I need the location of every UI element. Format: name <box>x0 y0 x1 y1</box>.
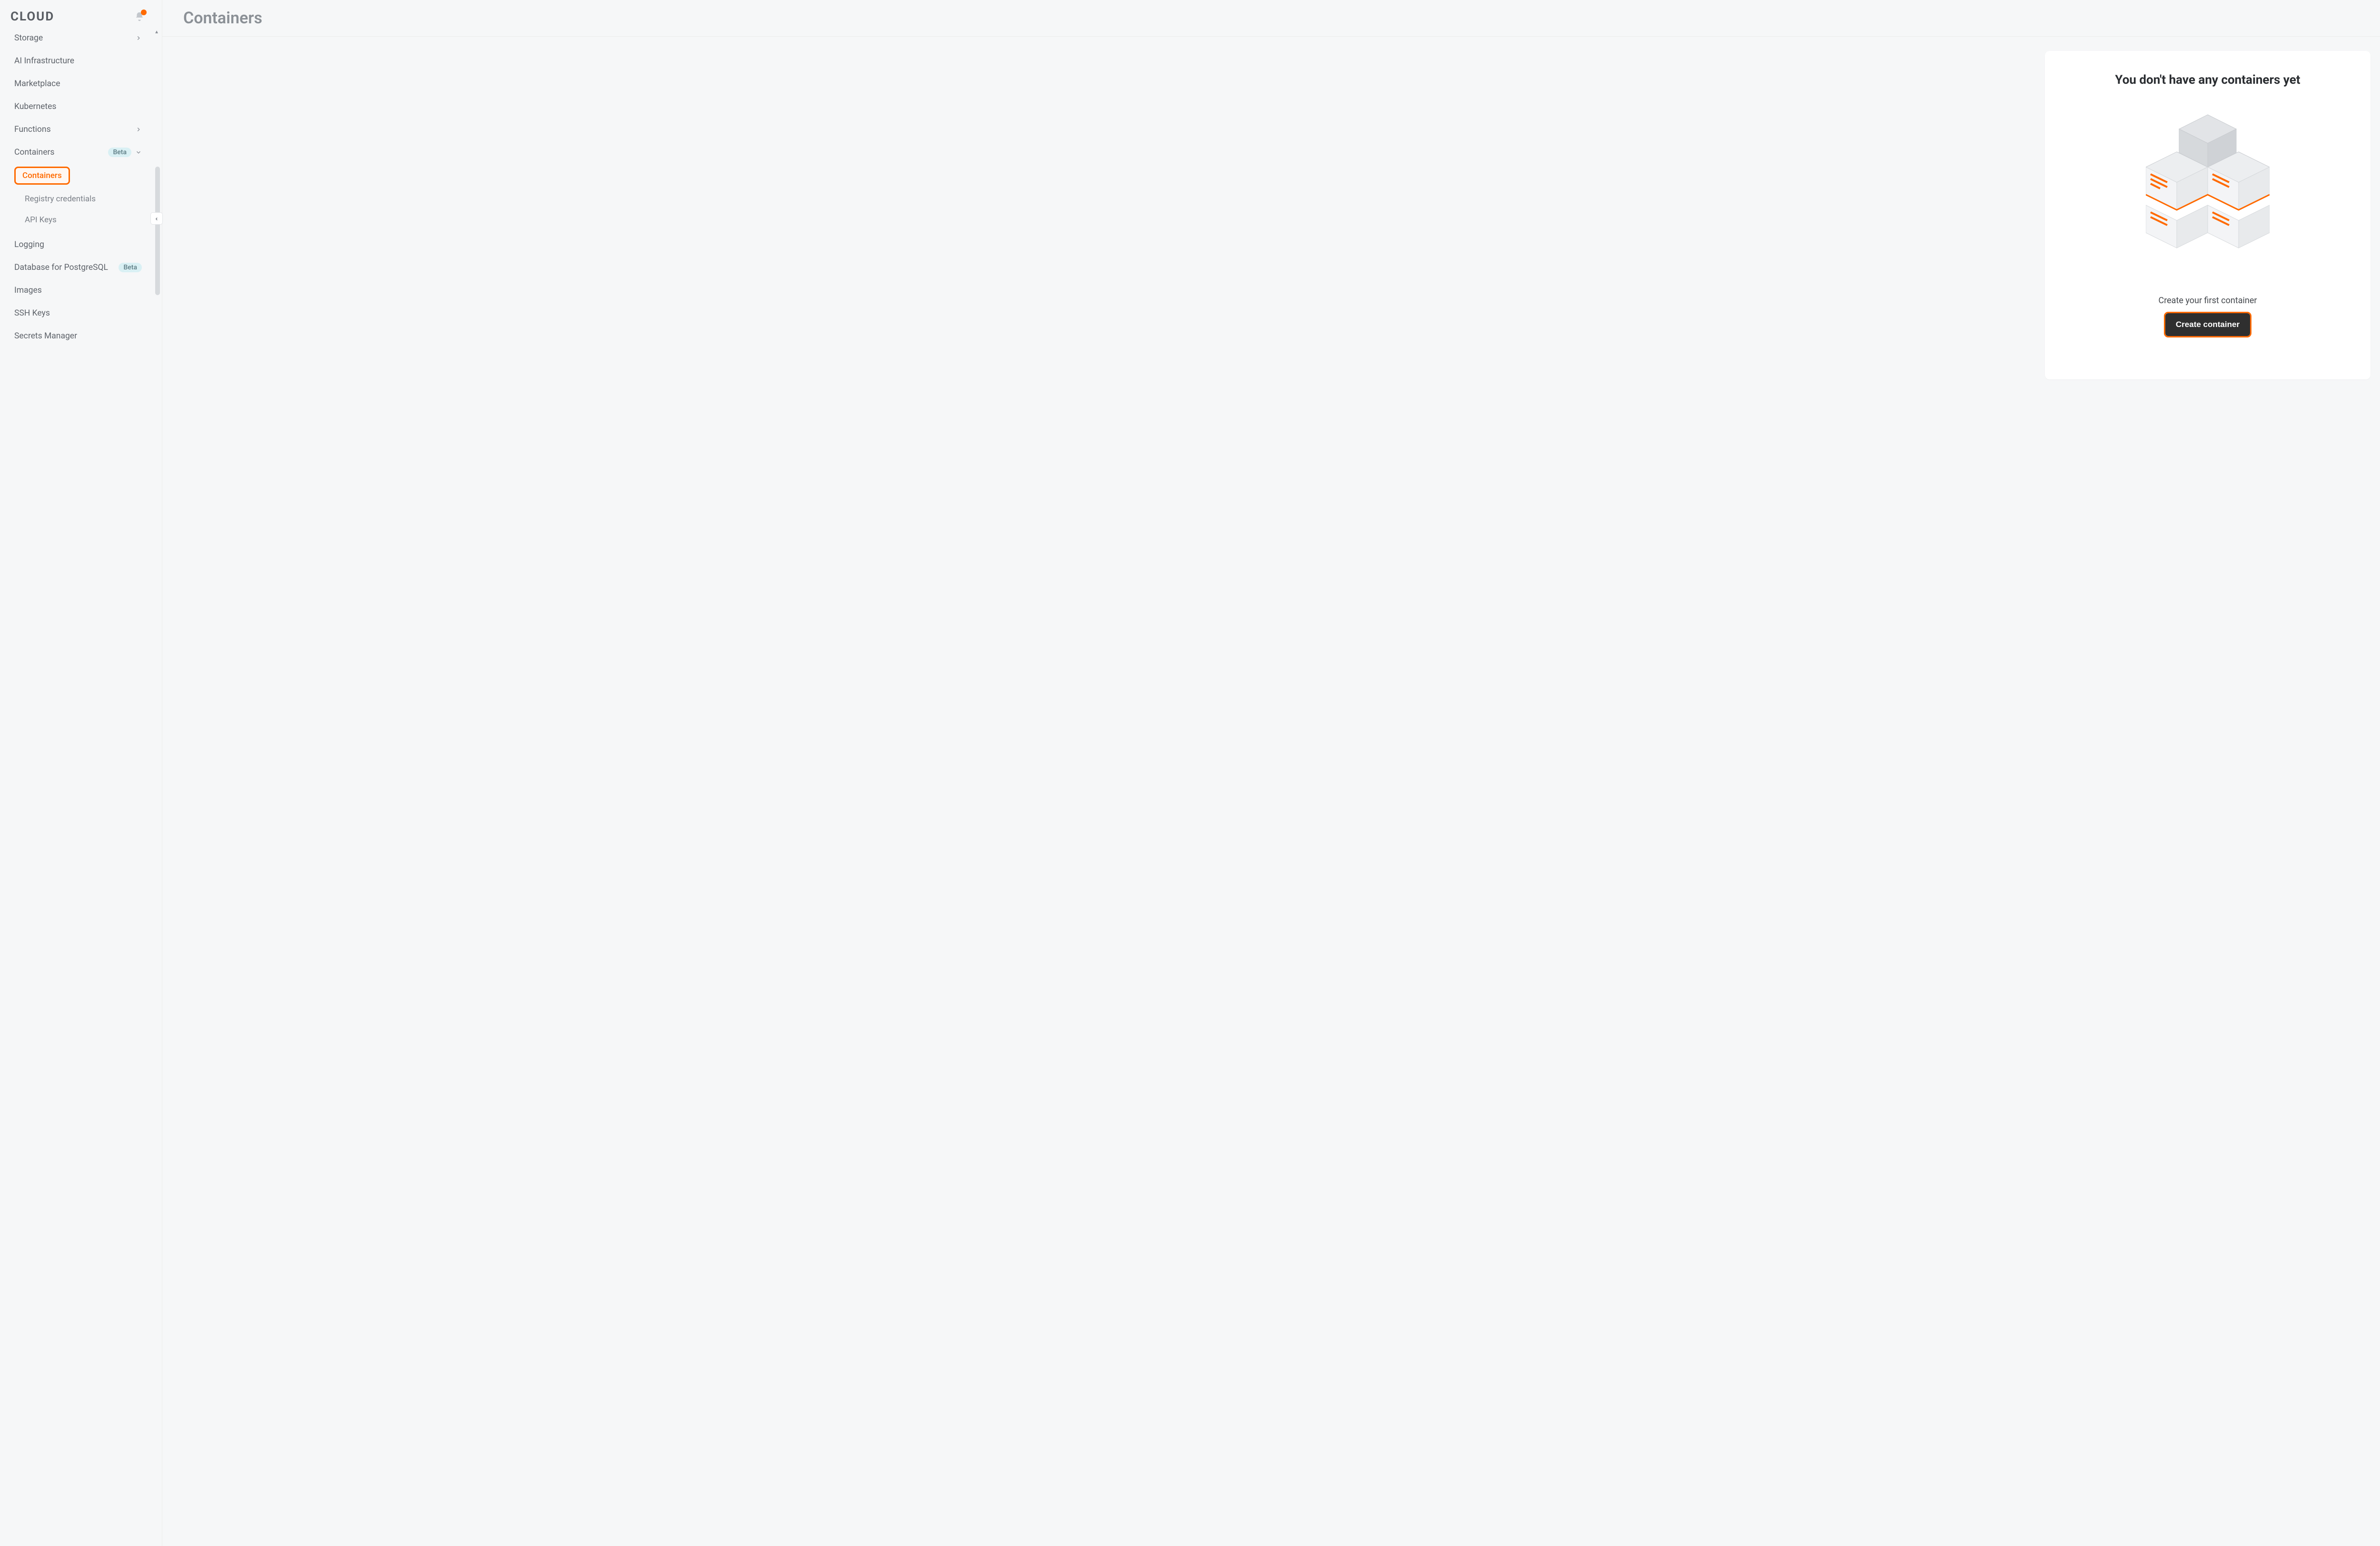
empty-state-heading: You don't have any containers yet <box>2115 73 2300 87</box>
sidebar-subitem-label: API Keys <box>25 215 57 225</box>
sidebar-item-functions[interactable]: Functions <box>0 118 148 141</box>
sidebar-subnav-containers: Containers Registry credentials API Keys <box>0 164 148 230</box>
brand-text: CLOUD <box>10 10 54 24</box>
sidebar: CLOUD Storage <box>0 0 162 1546</box>
brand-row: CLOUD <box>0 10 148 26</box>
empty-state-hint: Create your first container <box>2158 296 2257 306</box>
chevron-right-icon <box>135 35 142 41</box>
sidebar-nav: Storage AI Infrastructure Marketplace Ku… <box>0 27 148 347</box>
create-container-button[interactable]: Create container <box>2165 313 2250 336</box>
app-root: CLOUD Storage <box>0 0 2380 1546</box>
chevron-right-icon <box>135 126 142 133</box>
beta-badge: Beta <box>119 263 142 272</box>
sidebar-item-kubernetes[interactable]: Kubernetes <box>0 95 148 118</box>
containers-illustration-icon <box>2146 110 2270 253</box>
empty-state-card: You don't have any containers yet <box>2045 51 2370 379</box>
sidebar-subitem-label: Registry credentials <box>25 194 96 204</box>
notification-dot-icon <box>141 10 147 15</box>
sidebar-item-secrets-manager[interactable]: Secrets Manager <box>0 325 148 347</box>
main: Containers You don't have any containers… <box>162 0 2380 1546</box>
sidebar-collapse-button[interactable] <box>150 212 163 225</box>
sidebar-item-database-postgresql[interactable]: Database for PostgreSQL Beta <box>0 256 148 279</box>
sidebar-item-label: Storage <box>14 33 43 43</box>
sidebar-item-label: Database for PostgreSQL <box>14 263 108 272</box>
sidebar-item-label: Containers <box>14 148 54 157</box>
sidebar-item-label: Kubernetes <box>14 102 56 111</box>
sidebar-inner: CLOUD Storage <box>0 10 162 1536</box>
chevron-down-icon <box>135 149 142 156</box>
sidebar-item-ssh-keys[interactable]: SSH Keys <box>0 302 148 325</box>
sidebar-item-label: Marketplace <box>14 79 60 89</box>
sidebar-subitem-api-keys[interactable]: API Keys <box>14 209 148 230</box>
sidebar-subitem-containers[interactable]: Containers <box>14 167 70 185</box>
sidebar-item-label: Logging <box>14 240 44 249</box>
sidebar-item-label: Images <box>14 286 42 295</box>
notifications-button[interactable] <box>134 11 145 22</box>
page-header: Containers <box>162 0 2380 37</box>
sidebar-item-storage[interactable]: Storage <box>0 27 148 50</box>
scrollbar-thumb[interactable] <box>155 167 160 295</box>
page-body: You don't have any containers yet <box>162 37 2380 1546</box>
sidebar-item-containers[interactable]: Containers Beta <box>0 141 148 164</box>
beta-badge: Beta <box>108 148 131 157</box>
sidebar-item-label: Functions <box>14 125 51 134</box>
sidebar-scrollbar[interactable] <box>153 0 162 1546</box>
sidebar-subitem-registry-credentials[interactable]: Registry credentials <box>14 188 148 209</box>
sidebar-item-marketplace[interactable]: Marketplace <box>0 72 148 95</box>
sidebar-item-label: AI Infrastructure <box>14 56 74 66</box>
sidebar-item-ai-infrastructure[interactable]: AI Infrastructure <box>0 50 148 72</box>
create-container-label: Create container <box>2176 320 2240 329</box>
chevron-left-icon <box>154 214 159 223</box>
page-title: Containers <box>183 9 2359 28</box>
sidebar-item-logging[interactable]: Logging <box>0 233 148 256</box>
sidebar-item-images[interactable]: Images <box>0 279 148 302</box>
sidebar-item-label: Secrets Manager <box>14 331 77 341</box>
sidebar-item-label: SSH Keys <box>14 308 50 318</box>
sidebar-subitem-label: Containers <box>22 171 62 180</box>
